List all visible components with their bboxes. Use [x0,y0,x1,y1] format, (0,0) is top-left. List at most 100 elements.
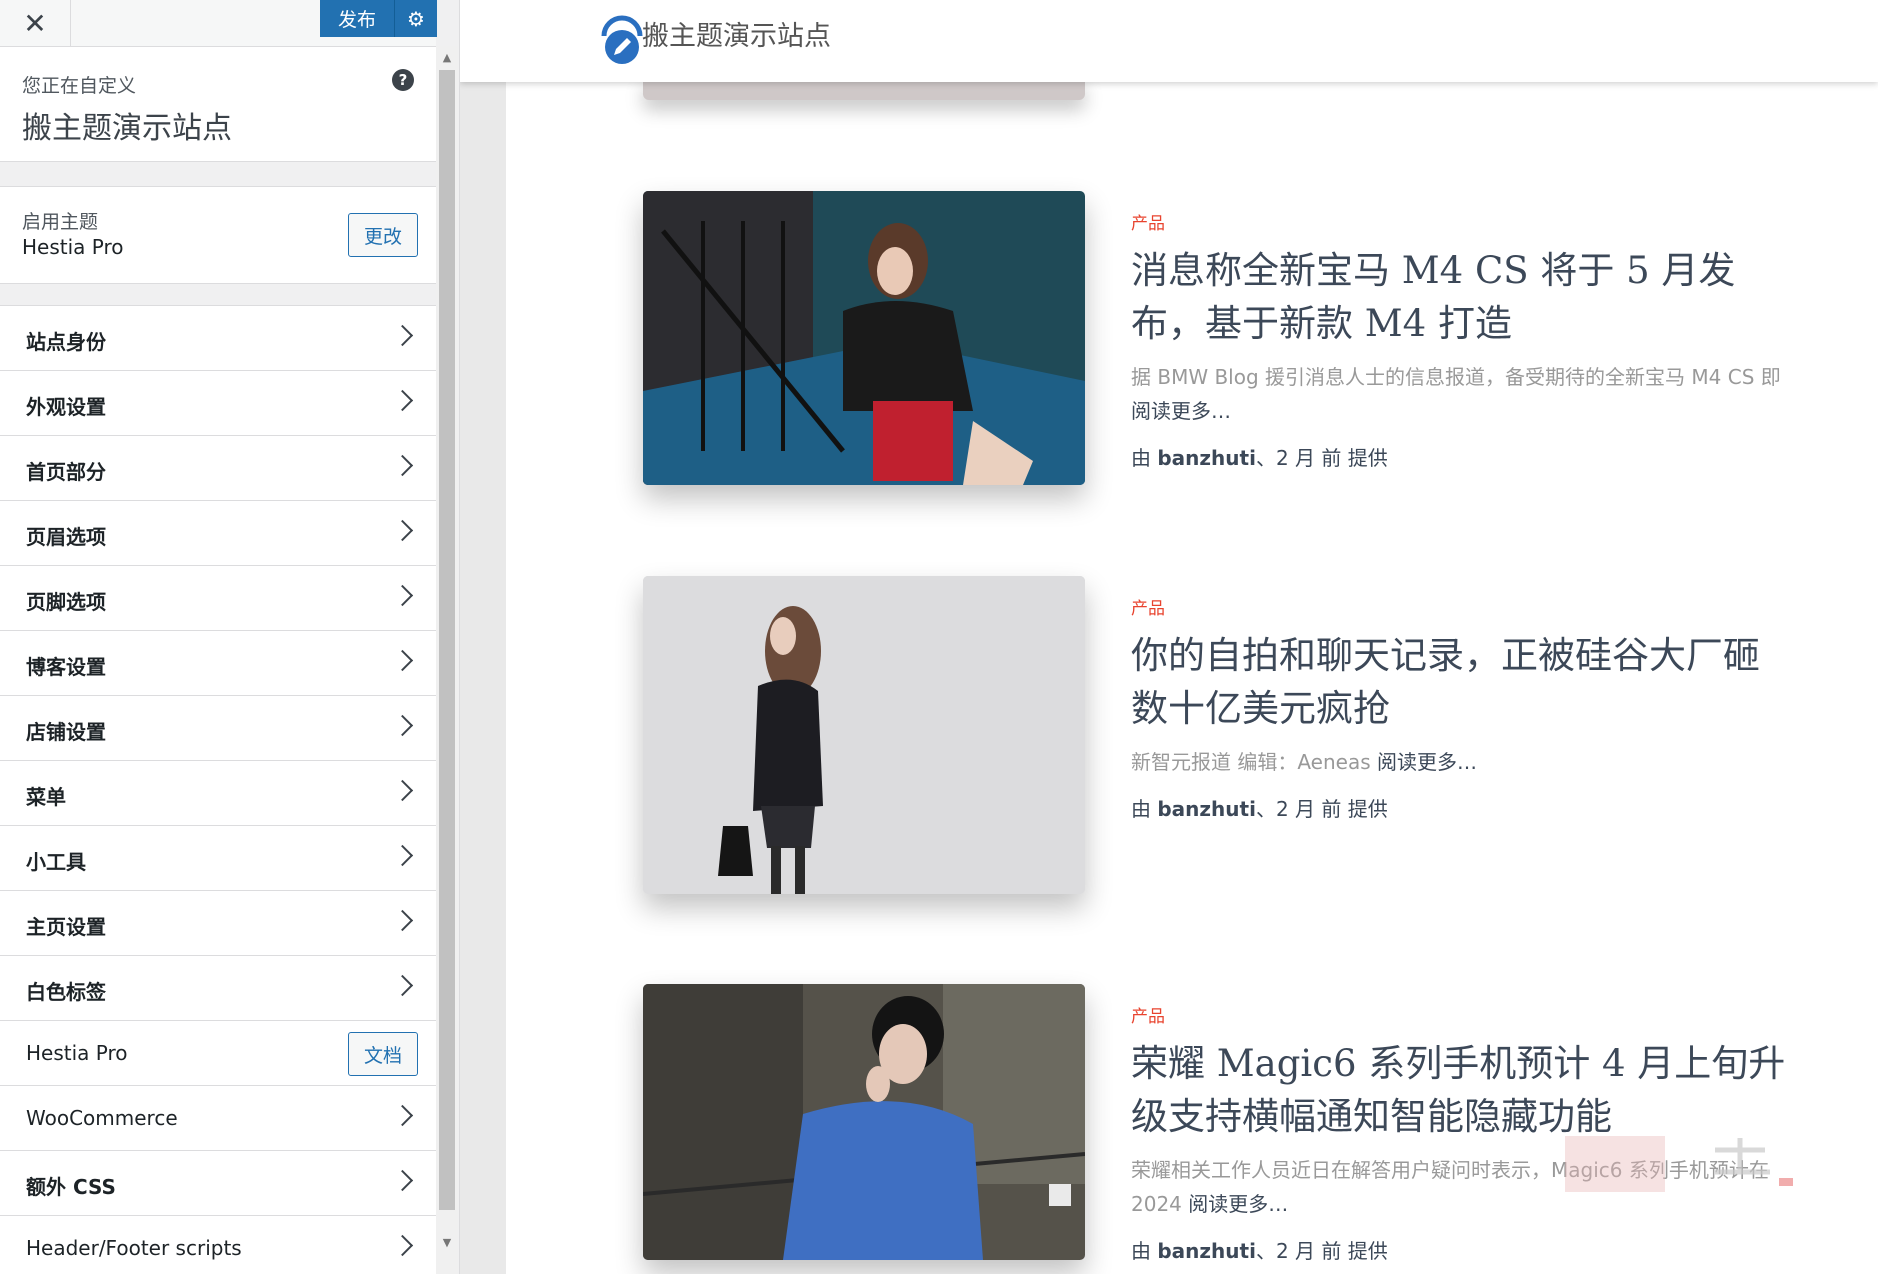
section-label: 首页部分 [26,460,106,484]
chevron-right-icon [391,844,414,867]
customizer-sidebar: ✕ 发布 ⚙ 您正在自定义 搬主题演示站点 ? 启用主题 Hestia Pro … [0,0,460,1274]
chevron-right-icon [391,1234,414,1257]
site-name: 搬主题演示站点 [22,111,232,146]
section-shop-settings[interactable]: 店铺设置 [0,695,436,760]
close-customizer-button[interactable]: ✕ [0,0,71,46]
post-title[interactable]: 你的自拍和聊天记录，正被硅谷大厂砸数十亿美元疯抢 [1131,629,1791,735]
section-label: 站点身份 [26,330,106,354]
read-more-link[interactable]: 阅读更多… [1377,750,1477,774]
scroll-up-arrow-icon[interactable]: ▲ [436,46,458,68]
section-appearance[interactable]: 外观设置 [0,370,436,435]
byline-suffix: 、2 月 前 提供 [1255,446,1388,470]
section-menus[interactable]: 菜单 [0,760,436,825]
section-label: 页脚选项 [26,590,106,614]
section-label: 菜单 [26,785,66,809]
chevron-right-icon [391,714,414,737]
byline-prefix: 由 [1131,797,1158,821]
post-item: 产品 消息称全新宝马 M4 CS 将于 5 月发布，基于新款 M4 打造 据 B… [643,191,1823,491]
post-body: 产品 消息称全新宝马 M4 CS 将于 5 月发布，基于新款 M4 打造 据 B… [1131,191,1791,471]
sidebar-scrollbar[interactable]: ▲ ▼ [436,46,458,1274]
chevron-right-icon [391,649,414,672]
excerpt-text: 新智元报道 编辑：Aeneas [1131,750,1378,774]
change-theme-button[interactable]: 更改 [348,213,418,257]
section-hestia-pro: Hestia Pro 文档 [0,1020,436,1085]
post-thumbnail[interactable] [643,984,1085,1260]
section-additional-css[interactable]: 额外 CSS [0,1150,436,1215]
scroll-down-arrow-icon[interactable]: ▼ [436,1231,458,1253]
customizer-info: 您正在自定义 搬主题演示站点 ? [0,47,436,162]
section-label: 店铺设置 [26,720,106,744]
section-frontpage[interactable]: 首页部分 [0,435,436,500]
post-category[interactable]: 产品 [1131,594,1791,619]
chevron-right-icon [391,584,414,607]
post-category[interactable]: 产品 [1131,1002,1791,1027]
gear-icon: ⚙ [407,6,425,31]
help-icon[interactable]: ? [392,69,414,91]
post-category[interactable]: 产品 [1131,209,1791,234]
read-more-link[interactable]: 阅读更多… [1131,399,1231,423]
active-theme-panel: 启用主题 Hestia Pro 更改 [0,186,436,284]
section-label: 博客设置 [26,655,106,679]
chevron-right-icon [391,324,414,347]
post-author-link[interactable]: banzhuti [1157,1239,1256,1263]
post-item: 产品 荣耀 Magic6 系列手机预计 4 月上旬升级支持横幅通知智能隐藏功能 … [643,984,1823,1274]
section-label: 外观设置 [26,395,106,419]
close-icon: ✕ [23,6,47,40]
post-body: 产品 荣耀 Magic6 系列手机预计 4 月上旬升级支持横幅通知智能隐藏功能 … [1131,984,1791,1264]
section-label: 页眉选项 [26,525,106,549]
section-label: Hestia Pro [26,1041,128,1065]
post-byline: 由 banzhuti、2 月 前 提供 [1131,442,1791,471]
section-label: 小工具 [26,850,86,874]
scrollbar-thumb[interactable] [439,70,455,1210]
section-label: 额外 CSS [26,1175,116,1199]
post-excerpt: 新智元报道 编辑：Aeneas 阅读更多… [1131,745,1791,779]
post-author-link[interactable]: banzhuti [1157,446,1256,470]
docs-button[interactable]: 文档 [348,1032,418,1076]
site-title[interactable]: 搬主题演示站点 [642,14,831,53]
site-header: 搬主题演示站点 [460,0,1878,82]
section-homepage-settings[interactable]: 主页设置 [0,890,436,955]
customizer-header: ✕ 发布 ⚙ [0,0,437,47]
section-header-options[interactable]: 页眉选项 [0,500,436,565]
section-site-identity[interactable]: 站点身份 [0,305,436,370]
chevron-right-icon [391,909,414,932]
section-header-footer-scripts[interactable]: Header/Footer scripts [0,1215,436,1274]
chevron-right-icon [391,974,414,997]
site-logo-icon[interactable] [600,10,644,66]
chevron-right-icon [391,779,414,802]
post-body: 产品 你的自拍和聊天记录，正被硅谷大厂砸数十亿美元疯抢 新智元报道 编辑：Aen… [1131,576,1791,822]
publish-button[interactable]: 发布 [320,0,395,37]
byline-prefix: 由 [1131,1239,1158,1263]
chevron-right-icon [391,519,414,542]
active-theme-label: 启用主题 [22,211,99,233]
section-widgets[interactable]: 小工具 [0,825,436,890]
post-byline: 由 banzhuti、2 月 前 提供 [1131,1235,1791,1264]
customizer-sections: 站点身份 外观设置 首页部分 页眉选项 页脚选项 博客设置 店铺设置 菜单 小工… [0,305,436,1274]
post-author-link[interactable]: banzhuti [1157,797,1256,821]
byline-suffix: 、2 月 前 提供 [1255,1239,1388,1263]
post-thumbnail[interactable] [643,191,1085,485]
read-more-link[interactable]: 阅读更多… [1188,1192,1288,1216]
post-byline: 由 banzhuti、2 月 前 提供 [1131,793,1791,822]
post-title[interactable]: 荣耀 Magic6 系列手机预计 4 月上旬升级支持横幅通知智能隐藏功能 [1131,1037,1791,1143]
section-white-label[interactable]: 白色标签 [0,955,436,1020]
chevron-right-icon [391,1104,414,1127]
site-preview: 搬主题演示站点 产品 消息称全新宝马 M4 CS 将于 5 月发布，基于新款 M… [460,0,1878,1274]
post-thumbnail[interactable] [643,576,1085,894]
post-title[interactable]: 消息称全新宝马 M4 CS 将于 5 月发布，基于新款 M4 打造 [1131,244,1791,350]
active-theme-name: Hestia Pro [22,235,124,259]
publish-group: 发布 ⚙ [320,0,437,37]
byline-prefix: 由 [1131,446,1158,470]
section-blog-settings[interactable]: 博客设置 [0,630,436,695]
excerpt-text: 据 BMW Blog 援引消息人士的信息报道，备受期待的全新宝马 M4 CS 即 [1131,365,1781,389]
section-woocommerce[interactable]: WooCommerce [0,1085,436,1150]
section-label: 主页设置 [26,915,106,939]
chevron-right-icon [391,454,414,477]
section-footer-options[interactable]: 页脚选项 [0,565,436,630]
publish-settings-button[interactable]: ⚙ [395,0,437,37]
post-excerpt: 据 BMW Blog 援引消息人士的信息报道，备受期待的全新宝马 M4 CS 即… [1131,360,1791,428]
post-item: 产品 你的自拍和聊天记录，正被硅谷大厂砸数十亿美元疯抢 新智元报道 编辑：Aen… [643,576,1823,896]
section-label: Header/Footer scripts [26,1236,242,1260]
watermark-logo [1565,1136,1793,1192]
chevron-right-icon [391,1169,414,1192]
